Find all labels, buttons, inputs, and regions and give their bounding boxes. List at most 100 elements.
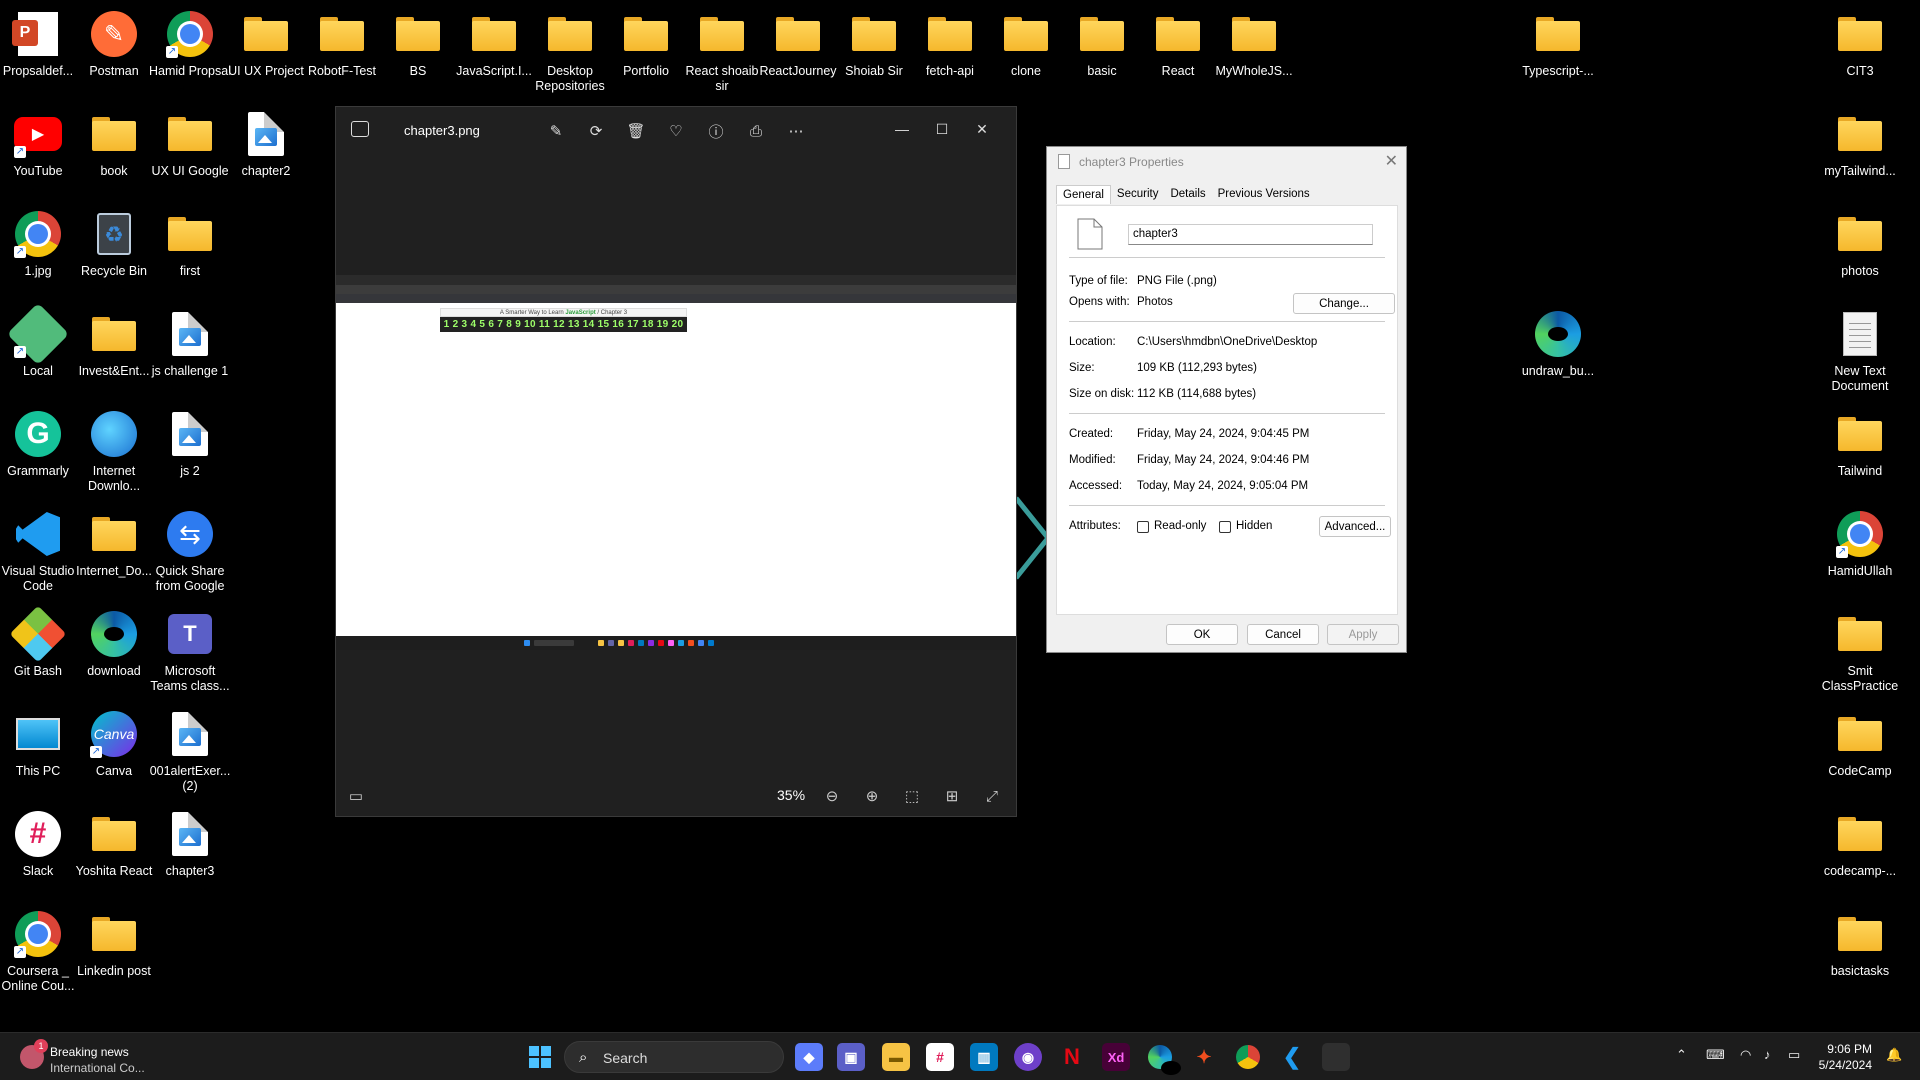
slack-icon[interactable]: # bbox=[926, 1043, 954, 1071]
desktop-icon[interactable]: ✎ Postman bbox=[70, 2, 158, 98]
close-icon[interactable]: ✕ bbox=[1385, 151, 1398, 171]
desktop-icon[interactable]: fetch-api bbox=[906, 2, 994, 98]
desktop-icon[interactable]: New Text Document bbox=[1816, 302, 1904, 398]
notification-bell-icon[interactable]: 🔔 bbox=[1886, 1047, 1902, 1063]
figma-icon[interactable]: ✦ bbox=[1190, 1043, 1218, 1071]
desktop-icon[interactable]: Yoshita React bbox=[70, 802, 158, 898]
desktop-icon[interactable]: BS bbox=[374, 2, 462, 98]
fit-to-window-icon[interactable]: ⬚ bbox=[898, 783, 926, 809]
desktop-icon[interactable]: codecamp-... bbox=[1816, 802, 1904, 898]
desktop-icon[interactable]: JavaScript.I... bbox=[450, 2, 538, 98]
print-icon[interactable]: ⎙ bbox=[741, 117, 771, 145]
zoom-in-icon[interactable]: ⊕ bbox=[858, 783, 886, 809]
advanced-button[interactable]: Advanced... bbox=[1319, 516, 1391, 537]
trello-icon[interactable]: ▥ bbox=[970, 1043, 998, 1071]
desktop-icon[interactable]: 001alertExer... (2) bbox=[146, 702, 234, 798]
photos-taskbar-icon[interactable] bbox=[1322, 1043, 1350, 1071]
volume-icon[interactable]: ♪ bbox=[1764, 1047, 1771, 1062]
desktop-icon[interactable]: first bbox=[146, 202, 234, 298]
desktop-icon[interactable]: js challenge 1 bbox=[146, 302, 234, 398]
desktop-icon[interactable]: Desktop Repositories bbox=[526, 2, 614, 98]
change-button[interactable]: Change... bbox=[1293, 293, 1395, 314]
image-viewer[interactable]: A Smarter Way to Learn JavaScript / Chap… bbox=[336, 275, 1016, 650]
desktop-icon[interactable]: download bbox=[70, 602, 158, 698]
copilot-icon[interactable]: ◆ bbox=[795, 1043, 823, 1071]
search-box[interactable]: ⌕ Search bbox=[564, 1041, 784, 1073]
desktop-icon[interactable]: photos bbox=[1816, 202, 1904, 298]
desktop-icon[interactable]: ⇆ Quick Share from Google bbox=[146, 502, 234, 598]
start-button[interactable] bbox=[526, 1043, 554, 1071]
rotate-icon[interactable]: ⟳ bbox=[581, 117, 611, 145]
desktop-icon[interactable]: ♻ Recycle Bin bbox=[70, 202, 158, 298]
clock[interactable]: 9:06 PM 5/24/2024 bbox=[1819, 1041, 1872, 1073]
desktop-icon[interactable]: Invest&Ent... bbox=[70, 302, 158, 398]
desktop-icon[interactable]: UI UX Project bbox=[222, 2, 310, 98]
wifi-icon[interactable]: ◠ bbox=[1740, 1047, 1751, 1063]
keyboard-icon[interactable]: ⌨ bbox=[1706, 1047, 1725, 1063]
maximize-button[interactable]: ☐ bbox=[922, 115, 962, 143]
desktop-icon[interactable]: ↗ Hamid Propsal bbox=[146, 2, 234, 98]
desktop-icon[interactable]: chapter3 bbox=[146, 802, 234, 898]
desktop-icon[interactable]: Internet Downlo... bbox=[70, 402, 158, 498]
desktop-icon[interactable]: book bbox=[70, 102, 158, 198]
delete-icon[interactable]: 🗑 bbox=[621, 117, 651, 145]
minimize-button[interactable]: — bbox=[882, 115, 922, 143]
tab-general[interactable]: General bbox=[1056, 185, 1111, 204]
github-icon[interactable]: ◉ bbox=[1014, 1043, 1042, 1071]
desktop-icon[interactable]: clone bbox=[982, 2, 1070, 98]
vscode-icon[interactable]: ❮ bbox=[1278, 1043, 1306, 1071]
info-icon[interactable]: ⓘ bbox=[701, 117, 731, 145]
adobe-xd-icon[interactable]: Xd bbox=[1102, 1043, 1130, 1071]
desktop-icon[interactable]: MyWholeJS... bbox=[1210, 2, 1298, 98]
tab-security[interactable]: Security bbox=[1111, 185, 1165, 204]
desktop-icon[interactable]: Tailwind bbox=[1816, 402, 1904, 498]
apply-button[interactable]: Apply bbox=[1327, 624, 1399, 645]
desktop-icon[interactable]: Smit ClassPractice bbox=[1816, 602, 1904, 698]
desktop-icon[interactable]: Internet_Do... bbox=[70, 502, 158, 598]
desktop-icon[interactable]: basic bbox=[1058, 2, 1146, 98]
desktop-icon[interactable]: ReactJourney bbox=[754, 2, 842, 98]
more-icon[interactable]: ⋯ bbox=[781, 117, 811, 145]
readonly-checkbox[interactable] bbox=[1137, 521, 1149, 533]
close-button[interactable]: ✕ bbox=[962, 115, 1002, 143]
desktop-icon[interactable]: RobotF-Test bbox=[298, 2, 386, 98]
battery-icon[interactable]: ▭ bbox=[1788, 1047, 1800, 1063]
actual-size-icon[interactable]: ⊞ bbox=[938, 783, 966, 809]
desktop-icon[interactable]: ↗ HamidUllah bbox=[1816, 502, 1904, 598]
ok-button[interactable]: OK bbox=[1166, 624, 1238, 645]
desktop-icon[interactable]: chapter2 bbox=[222, 102, 310, 198]
file-name-field[interactable]: chapter3 bbox=[1128, 224, 1373, 245]
chrome-icon[interactable] bbox=[1234, 1043, 1262, 1071]
edge-icon[interactable] bbox=[1146, 1043, 1181, 1075]
desktop-icon[interactable]: Shoiab Sir bbox=[830, 2, 918, 98]
desktop-icon[interactable]: Typescript-... bbox=[1514, 2, 1602, 98]
favorite-icon[interactable]: ♡ bbox=[661, 117, 691, 145]
desktop-icon[interactable]: myTailwind... bbox=[1816, 102, 1904, 198]
desktop-icon-label: fetch-api bbox=[926, 64, 974, 78]
tab-previous-versions[interactable]: Previous Versions bbox=[1212, 185, 1316, 204]
tab-details[interactable]: Details bbox=[1164, 185, 1211, 204]
desktop-icon[interactable]: undraw_bu... bbox=[1514, 302, 1602, 398]
fullscreen-icon[interactable]: ⤢ bbox=[978, 783, 1006, 809]
desktop-icon[interactable]: Canva ↗ Canva bbox=[70, 702, 158, 798]
chevron-up-icon[interactable]: ⌃ bbox=[1676, 1047, 1687, 1063]
cancel-button[interactable]: Cancel bbox=[1247, 624, 1319, 645]
desktop-icon[interactable]: basictasks bbox=[1816, 902, 1904, 998]
desktop-icon[interactable]: React shoaib sir bbox=[678, 2, 766, 98]
teams-icon[interactable]: ▣ bbox=[837, 1043, 865, 1071]
desktop-icon[interactable]: CIT3 bbox=[1816, 2, 1904, 98]
edit-icon[interactable]: ✎ bbox=[541, 117, 571, 145]
file-explorer-icon[interactable]: ▬ bbox=[882, 1043, 910, 1071]
gallery-icon[interactable] bbox=[351, 121, 369, 137]
desktop-icon[interactable]: React bbox=[1134, 2, 1222, 98]
desktop-icon[interactable]: T Microsoft Teams class... bbox=[146, 602, 234, 698]
filmstrip-icon[interactable]: ▭ bbox=[342, 783, 370, 809]
desktop-icon[interactable]: CodeCamp bbox=[1816, 702, 1904, 798]
zoom-out-icon[interactable]: ⊖ bbox=[818, 783, 846, 809]
netflix-icon[interactable]: N bbox=[1058, 1043, 1086, 1071]
desktop-icon[interactable]: UX UI Google bbox=[146, 102, 234, 198]
desktop-icon[interactable]: Linkedin post bbox=[70, 902, 158, 998]
desktop-icon[interactable]: Portfolio bbox=[602, 2, 690, 98]
hidden-checkbox[interactable] bbox=[1219, 521, 1231, 533]
desktop-icon[interactable]: js 2 bbox=[146, 402, 234, 498]
